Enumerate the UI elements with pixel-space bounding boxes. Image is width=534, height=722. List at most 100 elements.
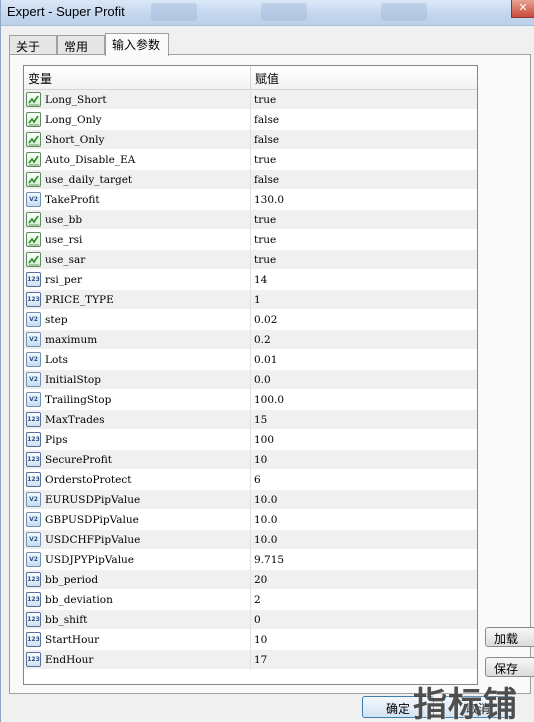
- value-cell[interactable]: 0.01: [251, 354, 277, 366]
- table-row[interactable]: 123 SecureProfit 10: [24, 449, 477, 470]
- value-cell[interactable]: 10: [251, 454, 267, 466]
- value-cell[interactable]: 17: [251, 654, 267, 666]
- variable-cell: V2 step: [24, 309, 251, 330]
- table-row[interactable]: V2 USDJPYPipValue 9.715: [24, 549, 477, 570]
- titlebar-blur-decoration: [261, 3, 307, 21]
- variable-name: Short_Only: [45, 133, 105, 146]
- value-cell[interactable]: 100: [251, 434, 274, 446]
- variable-cell: 123 bb_period: [24, 569, 251, 590]
- close-button[interactable]: ✕: [511, 0, 534, 18]
- value-cell[interactable]: 0.0: [251, 374, 271, 386]
- value-cell[interactable]: 2: [251, 594, 261, 606]
- int-type-icon: 123: [26, 272, 41, 287]
- value-cell[interactable]: true: [251, 94, 276, 106]
- variable-name: Long_Short: [45, 93, 107, 106]
- int-type-icon: 123: [26, 432, 41, 447]
- double-type-icon: V2: [26, 372, 41, 387]
- variable-name: USDJPYPipValue: [45, 553, 135, 566]
- table-row[interactable]: V2 TakeProfit 130.0: [24, 189, 477, 210]
- tab-common[interactable]: 常用: [57, 35, 105, 55]
- table-row[interactable]: Short_Only false: [24, 129, 477, 150]
- value-cell[interactable]: false: [251, 174, 279, 186]
- table-row[interactable]: 123 MaxTrades 15: [24, 409, 477, 430]
- table-row[interactable]: use_daily_target false: [24, 169, 477, 190]
- table-row[interactable]: use_bb true: [24, 209, 477, 230]
- icon-glyph: V2: [29, 536, 38, 543]
- value-cell[interactable]: true: [251, 254, 276, 266]
- table-row[interactable]: use_rsi true: [24, 229, 477, 250]
- icon-glyph: V2: [29, 556, 38, 563]
- table-row[interactable]: use_sar true: [24, 249, 477, 270]
- table-row[interactable]: V2 Lots 0.01: [24, 349, 477, 370]
- save-button[interactable]: 保存: [485, 657, 534, 677]
- value-cell[interactable]: 130.0: [251, 194, 284, 206]
- table-row[interactable]: 123 EndHour 17: [24, 649, 477, 670]
- variable-cell: use_bb: [24, 209, 251, 230]
- table-row[interactable]: 123 rsi_per 14: [24, 269, 477, 290]
- value-cell[interactable]: 1: [251, 294, 261, 306]
- table-row[interactable]: 123 bb_deviation 2: [24, 589, 477, 610]
- expert-properties-window: Expert - Super Profit ✕ 关于 常用 输入参数 变量 赋值…: [0, 0, 534, 722]
- icon-glyph: V2: [29, 316, 38, 323]
- value-cell[interactable]: 9.715: [251, 554, 284, 566]
- table-row[interactable]: 123 Pips 100: [24, 429, 477, 450]
- variable-name: use_daily_target: [45, 173, 133, 186]
- table-row[interactable]: V2 InitialStop 0.0: [24, 369, 477, 390]
- value-cell[interactable]: 15: [251, 414, 267, 426]
- tab-inputs[interactable]: 输入参数: [105, 33, 169, 56]
- variable-name: USDCHFPipValue: [45, 533, 141, 546]
- variable-cell: V2 maximum: [24, 329, 251, 350]
- value-cell[interactable]: 10: [251, 634, 267, 646]
- variable-name: TrailingStop: [45, 393, 112, 406]
- variable-name: GBPUSDPipValue: [45, 513, 139, 526]
- table-row[interactable]: V2 USDCHFPipValue 10.0: [24, 529, 477, 550]
- load-button[interactable]: 加载: [485, 627, 534, 647]
- icon-glyph: V2: [29, 496, 38, 503]
- int-type-icon: 123: [26, 452, 41, 467]
- value-cell[interactable]: 10.0: [251, 494, 277, 506]
- value-cell[interactable]: 0.2: [251, 334, 271, 346]
- double-type-icon: V2: [26, 192, 41, 207]
- table-row[interactable]: V2 step 0.02: [24, 309, 477, 330]
- table-row[interactable]: Auto_Disable_EA true: [24, 149, 477, 170]
- table-row[interactable]: Long_Only false: [24, 109, 477, 130]
- table-row[interactable]: 123 PRICE_TYPE 1: [24, 289, 477, 310]
- value-cell[interactable]: 10.0: [251, 514, 277, 526]
- variable-name: use_sar: [45, 253, 86, 266]
- table-row[interactable]: 123 StartHour 10: [24, 629, 477, 650]
- variable-cell: 123 PRICE_TYPE: [24, 289, 251, 310]
- double-type-icon: V2: [26, 312, 41, 327]
- value-cell[interactable]: true: [251, 214, 276, 226]
- value-cell[interactable]: 20: [251, 574, 267, 586]
- bool-type-icon: [26, 252, 41, 267]
- variable-name: step: [45, 313, 68, 326]
- value-cell[interactable]: 10.0: [251, 534, 277, 546]
- variable-name: Lots: [45, 353, 68, 366]
- value-cell[interactable]: true: [251, 234, 276, 246]
- column-header-value[interactable]: 赋值: [251, 66, 279, 89]
- value-cell[interactable]: 14: [251, 274, 267, 286]
- table-row[interactable]: Long_Short true: [24, 89, 477, 110]
- icon-glyph: 123: [27, 596, 40, 603]
- double-type-icon: V2: [26, 492, 41, 507]
- table-row[interactable]: V2 TrailingStop 100.0: [24, 389, 477, 410]
- table-row[interactable]: V2 EURUSDPipValue 10.0: [24, 489, 477, 510]
- bool-type-icon: [26, 132, 41, 147]
- value-cell[interactable]: 100.0: [251, 394, 284, 406]
- table-row[interactable]: 123 bb_period 20: [24, 569, 477, 590]
- value-cell[interactable]: 0.02: [251, 314, 277, 326]
- table-row[interactable]: V2 maximum 0.2: [24, 329, 477, 350]
- value-cell[interactable]: 6: [251, 474, 261, 486]
- bool-type-icon: [26, 212, 41, 227]
- variable-cell: Long_Only: [24, 109, 251, 130]
- column-header-variable[interactable]: 变量: [24, 66, 251, 89]
- value-cell[interactable]: 0: [251, 614, 261, 626]
- value-cell[interactable]: false: [251, 134, 279, 146]
- table-row[interactable]: 123 OrderstoProtect 6: [24, 469, 477, 490]
- variable-name: StartHour: [45, 633, 100, 646]
- tab-about[interactable]: 关于: [9, 35, 57, 55]
- table-row[interactable]: V2 GBPUSDPipValue 10.0: [24, 509, 477, 530]
- value-cell[interactable]: true: [251, 154, 276, 166]
- table-row[interactable]: 123 bb_shift 0: [24, 609, 477, 630]
- value-cell[interactable]: false: [251, 114, 279, 126]
